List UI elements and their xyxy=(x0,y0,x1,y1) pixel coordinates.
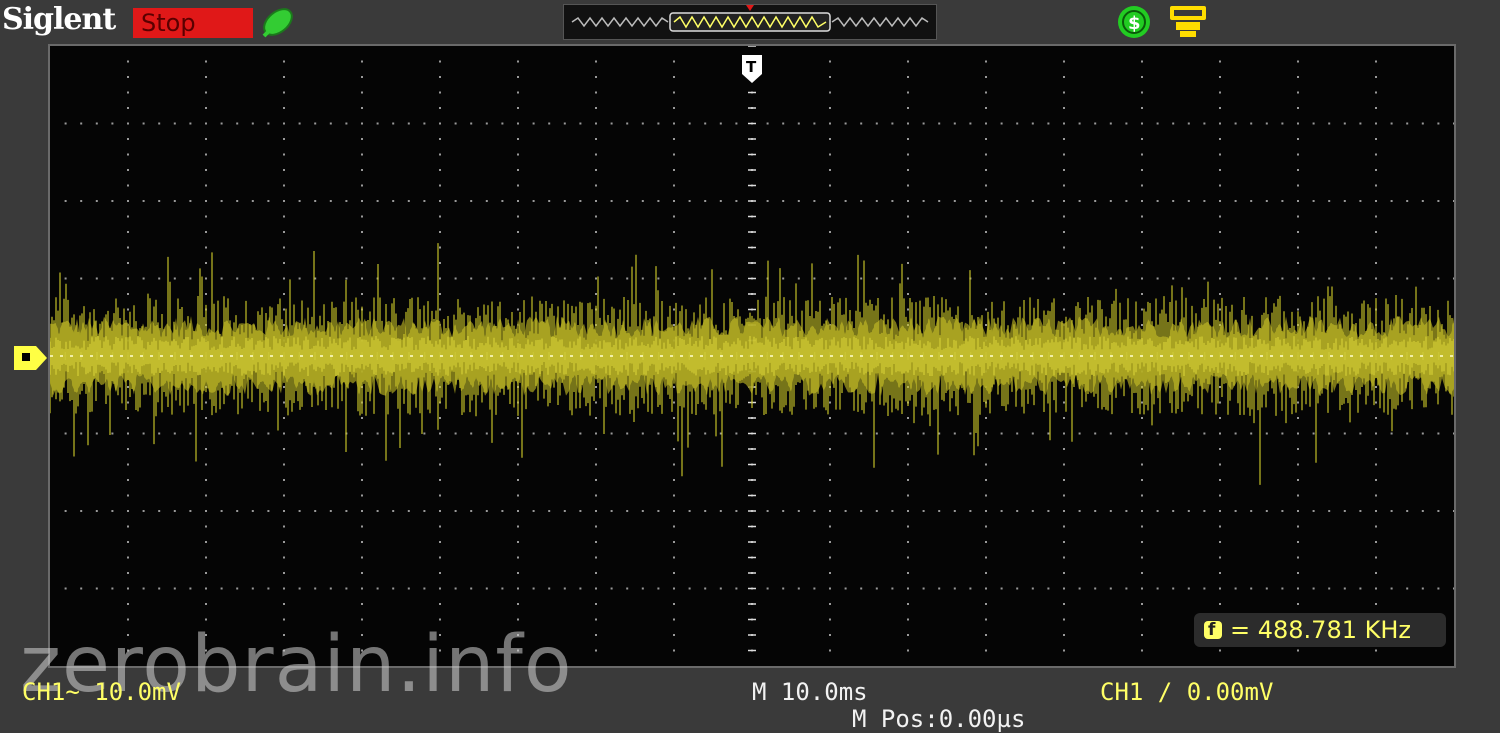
frequency-value: = 488.781 KHz xyxy=(1230,616,1411,644)
usb-icon xyxy=(1170,6,1206,37)
run-status-badge[interactable]: Stop xyxy=(133,8,253,38)
probe-icon xyxy=(258,4,298,44)
ch1-level-marker-icon[interactable] xyxy=(14,345,48,375)
waveform-display[interactable]: = 488.781 KHz xyxy=(48,44,1456,668)
horizontal-position-readout: M Pos:0.00µs xyxy=(852,705,1026,733)
timebase-readout[interactable]: M 10.0ms xyxy=(752,678,868,706)
trigger-level-readout[interactable]: CH1 ∕ 0.00mV xyxy=(1100,678,1273,706)
status-icons: $ xyxy=(1112,2,1212,46)
brand-logo: Siglent xyxy=(2,2,116,37)
frequency-icon xyxy=(1204,613,1222,647)
bottom-status-bar: CH1~ 10.0mV M 10.0ms CH1 ∕ 0.00mV M Pos:… xyxy=(0,668,1500,733)
top-status-bar: Siglent Stop $ xyxy=(0,0,1500,44)
dollar-circle-icon: $ xyxy=(1118,6,1150,38)
svg-text:T: T xyxy=(746,58,757,76)
ch1-waveform xyxy=(50,243,1454,485)
frequency-readout: = 488.781 KHz xyxy=(1194,613,1446,647)
svg-text:$: $ xyxy=(1128,13,1141,34)
ch1-vertical-scale[interactable]: CH1~ 10.0mV xyxy=(22,678,181,706)
trigger-marker-icon[interactable]: T xyxy=(741,54,763,88)
timebase-overview xyxy=(563,4,937,40)
